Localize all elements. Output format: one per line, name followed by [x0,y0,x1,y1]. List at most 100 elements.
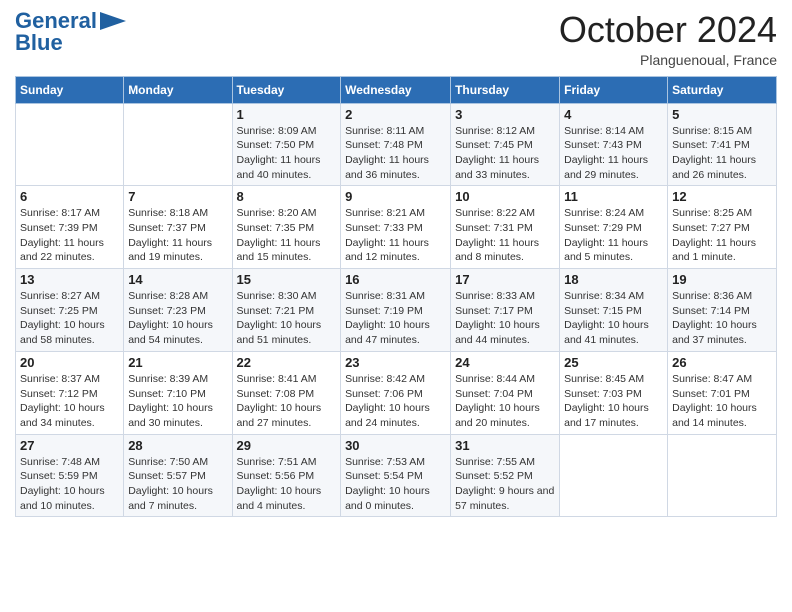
day-detail: Sunrise: 8:37 AM Sunset: 7:12 PM Dayligh… [20,372,119,431]
calendar-cell: 16 Sunrise: 8:31 AM Sunset: 7:19 PM Dayli… [341,269,451,352]
calendar-cell: 4 Sunrise: 8:14 AM Sunset: 7:43 PM Daylig… [560,103,668,186]
calendar-cell: 15Sunrise: 8:30 AM Sunset: 7:21 PM Dayli… [232,269,341,352]
day-detail: Sunrise: 8:28 AM Sunset: 7:23 PM Dayligh… [128,289,227,348]
day-detail: Sunrise: 7:55 AM Sunset: 5:52 PM Dayligh… [455,455,555,514]
title-block: October 2024 Planguenoual, France [559,10,777,68]
day-number: 8 [237,189,337,204]
month-title: October 2024 [559,10,777,50]
calendar-week-5: 27 Sunrise: 7:48 AM Sunset: 5:59 PM Dayli… [16,434,777,517]
calendar-cell: 28 Sunrise: 7:50 AM Sunset: 5:57 PM Dayli… [124,434,232,517]
day-detail: Sunrise: 8:14 AM Sunset: 7:43 PM Dayligh… [564,124,663,183]
day-number: 17 [455,272,555,287]
column-header-tuesday: Tuesday [232,76,341,103]
calendar-cell: 1Sunrise: 8:09 AM Sunset: 7:50 PM Daylig… [232,103,341,186]
column-header-thursday: Thursday [451,76,560,103]
calendar-cell: 22 Sunrise: 8:41 AM Sunset: 7:08 PM Dayli… [232,351,341,434]
calendar-cell: 10Sunrise: 8:22 AM Sunset: 7:31 PM Dayli… [451,186,560,269]
calendar-cell [668,434,777,517]
day-number: 29 [237,438,337,453]
calendar-cell: 5 Sunrise: 8:15 AM Sunset: 7:41 PM Daylig… [668,103,777,186]
day-number: 21 [128,355,227,370]
header: General Blue October 2024 Planguenoual, … [15,10,777,68]
calendar-cell: 13Sunrise: 8:27 AM Sunset: 7:25 PM Dayli… [16,269,124,352]
calendar-cell: 7Sunrise: 8:18 AM Sunset: 7:37 PM Daylig… [124,186,232,269]
day-number: 31 [455,438,555,453]
day-detail: Sunrise: 8:44 AM Sunset: 7:04 PM Dayligh… [455,372,555,431]
day-detail: Sunrise: 8:20 AM Sunset: 7:35 PM Dayligh… [237,206,337,265]
day-number: 24 [455,355,555,370]
day-number: 30 [345,438,446,453]
calendar-cell: 29Sunrise: 7:51 AM Sunset: 5:56 PM Dayli… [232,434,341,517]
day-detail: Sunrise: 7:50 AM Sunset: 5:57 PM Dayligh… [128,455,227,514]
calendar-cell: 26Sunrise: 8:47 AM Sunset: 7:01 PM Dayli… [668,351,777,434]
calendar-cell [124,103,232,186]
day-number: 28 [128,438,227,453]
calendar-table: SundayMondayTuesdayWednesdayThursdayFrid… [15,76,777,518]
day-number: 27 [20,438,119,453]
day-number: 6 [20,189,119,204]
logo-blue: Blue [15,32,63,54]
day-detail: Sunrise: 8:12 AM Sunset: 7:45 PM Dayligh… [455,124,555,183]
calendar-header-row: SundayMondayTuesdayWednesdayThursdayFrid… [16,76,777,103]
column-header-wednesday: Wednesday [341,76,451,103]
column-header-friday: Friday [560,76,668,103]
day-detail: Sunrise: 7:48 AM Sunset: 5:59 PM Dayligh… [20,455,119,514]
calendar-week-3: 13Sunrise: 8:27 AM Sunset: 7:25 PM Dayli… [16,269,777,352]
day-number: 4 [564,107,663,122]
day-detail: Sunrise: 8:41 AM Sunset: 7:08 PM Dayligh… [237,372,337,431]
day-detail: Sunrise: 8:47 AM Sunset: 7:01 PM Dayligh… [672,372,772,431]
calendar-cell: 3 Sunrise: 8:12 AM Sunset: 7:45 PM Daylig… [451,103,560,186]
calendar-week-1: 1Sunrise: 8:09 AM Sunset: 7:50 PM Daylig… [16,103,777,186]
day-detail: Sunrise: 8:27 AM Sunset: 7:25 PM Dayligh… [20,289,119,348]
calendar-cell: 8 Sunrise: 8:20 AM Sunset: 7:35 PM Daylig… [232,186,341,269]
day-number: 2 [345,107,446,122]
column-header-sunday: Sunday [16,76,124,103]
day-detail: Sunrise: 8:33 AM Sunset: 7:17 PM Dayligh… [455,289,555,348]
day-detail: Sunrise: 8:24 AM Sunset: 7:29 PM Dayligh… [564,206,663,265]
day-detail: Sunrise: 8:31 AM Sunset: 7:19 PM Dayligh… [345,289,446,348]
calendar-cell: 14 Sunrise: 8:28 AM Sunset: 7:23 PM Dayli… [124,269,232,352]
calendar-cell: 12Sunrise: 8:25 AM Sunset: 7:27 PM Dayli… [668,186,777,269]
calendar-cell: 20 Sunrise: 8:37 AM Sunset: 7:12 PM Dayli… [16,351,124,434]
logo: General Blue [15,10,126,54]
calendar-cell: 9 Sunrise: 8:21 AM Sunset: 7:33 PM Daylig… [341,186,451,269]
day-number: 9 [345,189,446,204]
day-number: 18 [564,272,663,287]
day-number: 22 [237,355,337,370]
calendar-cell: 31 Sunrise: 7:55 AM Sunset: 5:52 PM Dayli… [451,434,560,517]
day-number: 10 [455,189,555,204]
day-detail: Sunrise: 8:17 AM Sunset: 7:39 PM Dayligh… [20,206,119,265]
day-detail: Sunrise: 8:11 AM Sunset: 7:48 PM Dayligh… [345,124,446,183]
calendar-week-2: 6 Sunrise: 8:17 AM Sunset: 7:39 PM Daylig… [16,186,777,269]
calendar-cell: 2 Sunrise: 8:11 AM Sunset: 7:48 PM Daylig… [341,103,451,186]
day-detail: Sunrise: 8:42 AM Sunset: 7:06 PM Dayligh… [345,372,446,431]
calendar-cell: 30Sunrise: 7:53 AM Sunset: 5:54 PM Dayli… [341,434,451,517]
day-detail: Sunrise: 8:15 AM Sunset: 7:41 PM Dayligh… [672,124,772,183]
day-number: 16 [345,272,446,287]
calendar-cell [16,103,124,186]
day-detail: Sunrise: 8:21 AM Sunset: 7:33 PM Dayligh… [345,206,446,265]
page: General Blue October 2024 Planguenoual, … [0,0,792,612]
day-number: 3 [455,107,555,122]
day-number: 14 [128,272,227,287]
calendar-cell: 27 Sunrise: 7:48 AM Sunset: 5:59 PM Dayli… [16,434,124,517]
day-detail: Sunrise: 8:36 AM Sunset: 7:14 PM Dayligh… [672,289,772,348]
column-header-monday: Monday [124,76,232,103]
day-number: 1 [237,107,337,122]
logo-icon [100,12,126,30]
day-number: 12 [672,189,772,204]
calendar-cell: 23Sunrise: 8:42 AM Sunset: 7:06 PM Dayli… [341,351,451,434]
day-number: 7 [128,189,227,204]
day-number: 5 [672,107,772,122]
logo-text: General [15,10,126,32]
day-number: 20 [20,355,119,370]
location-subtitle: Planguenoual, France [559,52,777,68]
calendar-cell: 17 Sunrise: 8:33 AM Sunset: 7:17 PM Dayli… [451,269,560,352]
day-number: 19 [672,272,772,287]
calendar-cell: 18Sunrise: 8:34 AM Sunset: 7:15 PM Dayli… [560,269,668,352]
calendar-week-4: 20 Sunrise: 8:37 AM Sunset: 7:12 PM Dayli… [16,351,777,434]
day-detail: Sunrise: 8:39 AM Sunset: 7:10 PM Dayligh… [128,372,227,431]
calendar-cell: 24 Sunrise: 8:44 AM Sunset: 7:04 PM Dayli… [451,351,560,434]
calendar-cell: 6 Sunrise: 8:17 AM Sunset: 7:39 PM Daylig… [16,186,124,269]
calendar-cell: 21 Sunrise: 8:39 AM Sunset: 7:10 PM Dayli… [124,351,232,434]
